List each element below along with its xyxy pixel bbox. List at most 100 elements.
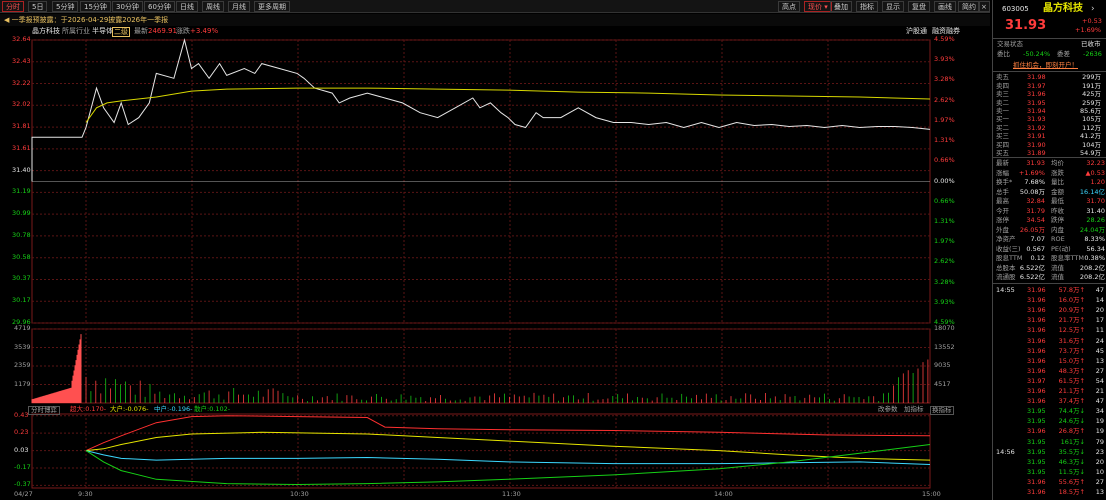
tick-price: 31.96 bbox=[1027, 387, 1046, 395]
tick-count: 19 bbox=[1095, 417, 1104, 426]
time-tick-label: 9:30 bbox=[78, 490, 93, 498]
promo-banner[interactable]: 抓住机会，即刻开户！ bbox=[993, 61, 1106, 70]
stat-label: PE(动) bbox=[1051, 244, 1071, 253]
stat-value: 31.79 bbox=[1026, 206, 1045, 215]
flow-tick-label: 0.43 bbox=[14, 410, 29, 419]
pct-tick-label: 3.28% bbox=[934, 277, 955, 286]
tick-price: 31.96 bbox=[1027, 316, 1046, 325]
volume-right-tick-label: 9035 bbox=[934, 361, 951, 369]
tick-price: 31.95 bbox=[1027, 417, 1046, 426]
bid-volume: 54.9万 bbox=[1080, 149, 1101, 157]
tick-row: 31.95 46.3万↓ 20 bbox=[993, 458, 1106, 467]
stat-label: 最高 bbox=[996, 197, 1009, 205]
stat-label: 换手* bbox=[996, 178, 1013, 186]
tick-price: 31.95 bbox=[1027, 407, 1046, 416]
price-tick-label: 30.58 bbox=[12, 252, 31, 261]
stat-value: 34.54 bbox=[1026, 216, 1045, 224]
price-tick-label: 30.78 bbox=[12, 230, 31, 239]
trade-status-value: 已收市 bbox=[1081, 40, 1101, 48]
volume-tick-label: 3539 bbox=[14, 342, 31, 351]
tick-price: 31.95 bbox=[1027, 457, 1046, 466]
pct-tick-label: 0.66% bbox=[934, 156, 955, 165]
tick-volume: 20.9万↑ bbox=[1058, 306, 1085, 315]
tick-count: 54 bbox=[1095, 376, 1104, 385]
tick-volume: 74.4万↓ bbox=[1058, 407, 1085, 416]
flow-retail-label: 散户:0.102- bbox=[194, 405, 231, 413]
edit-params-button[interactable]: 改参数 bbox=[878, 405, 898, 414]
add-indicator-button[interactable]: 加指标 bbox=[904, 405, 924, 414]
stat-label: 金额 bbox=[1051, 187, 1064, 196]
stat-label: 总股本 bbox=[996, 263, 1016, 272]
menu-chevron-icon[interactable]: › bbox=[1091, 3, 1095, 15]
stat-label: 流通股 bbox=[996, 273, 1016, 281]
order-diff-value: -2636 bbox=[1083, 50, 1102, 58]
flow-line-large bbox=[85, 431, 931, 461]
tick-price: 31.96 bbox=[1027, 477, 1046, 486]
trade-status-row: 交易状态 已收市 bbox=[993, 40, 1106, 49]
stats-row: 涨停 34.54 跌停 28.26 bbox=[993, 216, 1106, 225]
tick-count: 11 bbox=[1095, 326, 1104, 335]
stat-value: 56.34 bbox=[1086, 244, 1105, 253]
flow-tab[interactable]: 分时博弈 bbox=[28, 406, 60, 415]
tick-price: 31.96 bbox=[1027, 326, 1046, 335]
tick-price: 31.96 bbox=[1027, 346, 1046, 355]
flow-super-label: 超大:0.170- bbox=[70, 405, 107, 413]
pct-tick-label: 2.62% bbox=[934, 95, 955, 104]
stat-label: 净资产 bbox=[996, 235, 1016, 243]
volume-tick-label: 4719 bbox=[14, 324, 31, 332]
stat-value: 28.26 bbox=[1086, 216, 1105, 224]
stat-label: 均价 bbox=[1051, 159, 1064, 167]
bid-price: 31.89 bbox=[1027, 149, 1046, 157]
tick-row: 31.96 48.3万↑ 27 bbox=[993, 367, 1106, 376]
price-tick-label: 32.02 bbox=[12, 100, 31, 109]
flow-tick-label: 0.03 bbox=[14, 445, 29, 454]
tick-row: 31.96 12.5万↑ 11 bbox=[993, 326, 1106, 335]
flow-tick-label: -0.17 bbox=[14, 462, 31, 471]
tick-price: 31.95 bbox=[1027, 447, 1046, 456]
tick-row: 31.96 18.5万↑ 13 bbox=[993, 488, 1106, 497]
tick-volume: 61.5万↑ bbox=[1058, 376, 1085, 385]
tick-volume: 55.6万↑ bbox=[1058, 477, 1085, 486]
stat-label: 涨停 bbox=[996, 216, 1009, 224]
stat-value: 26.05万 bbox=[1019, 225, 1045, 234]
stat-label: 涨跌 bbox=[1051, 168, 1064, 177]
stat-label: ROE bbox=[1051, 235, 1065, 243]
stat-value: 16.14亿 bbox=[1079, 187, 1105, 196]
stat-label: 总手 bbox=[996, 187, 1009, 196]
tick-row: 31.96 31.6万↑ 24 bbox=[993, 337, 1106, 346]
switch-indicator-button[interactable]: 换指标 bbox=[930, 406, 954, 415]
stat-value: 6.522亿 bbox=[1019, 273, 1045, 281]
price-change-pct: +1.69% bbox=[1075, 26, 1102, 34]
pct-tick-label: 0.00% bbox=[934, 176, 955, 185]
tick-row: 31.95 74.4万↓ 34 bbox=[993, 407, 1106, 416]
tick-price: 31.96 bbox=[1027, 296, 1046, 305]
flow-indicator-header: 分时博弈 超大:0.170- 大户:-0.076- 中户:-0.196- 散户:… bbox=[28, 405, 988, 415]
tick-volume: 24.6万↓ bbox=[1058, 417, 1085, 426]
stats-row: 外盘 26.05万 内盘 24.04万 bbox=[993, 226, 1106, 235]
stat-value: 31.40 bbox=[1086, 206, 1105, 215]
pct-tick-label: 0.66% bbox=[934, 196, 955, 205]
price-tick-label: 30.37 bbox=[12, 274, 31, 283]
price-tick-label: 30.17 bbox=[12, 296, 31, 305]
tick-count: 24 bbox=[1095, 336, 1104, 345]
chart-canvas[interactable] bbox=[0, 0, 990, 500]
pct-tick-label: 2.62% bbox=[934, 257, 955, 266]
tick-price: 31.97 bbox=[1027, 376, 1046, 385]
stats-row: 最新 31.93 均价 32.23 bbox=[993, 159, 1106, 168]
flow-tick-label: 0.23 bbox=[14, 428, 29, 437]
tick-count: 23 bbox=[1095, 447, 1104, 456]
tick-volume: 21.7万↑ bbox=[1058, 316, 1085, 325]
tick-price: 31.96 bbox=[1027, 336, 1046, 345]
pct-tick-label: 1.97% bbox=[934, 237, 955, 246]
pct-tick-label: 1.31% bbox=[934, 136, 955, 145]
tick-row: 31.96 55.6万↑ 27 bbox=[993, 478, 1106, 487]
stat-label: 股息率TTM bbox=[1051, 254, 1084, 262]
tick-row: 31.96 16.0万↑ 14 bbox=[993, 296, 1106, 305]
stat-label: 昨收 bbox=[1051, 206, 1064, 215]
tick-volume: 35.5万↓ bbox=[1058, 447, 1085, 456]
time-tick-label: 04/27 bbox=[14, 490, 33, 498]
stat-label: 最低 bbox=[1051, 197, 1064, 205]
stats-row: 涨幅 +1.69% 涨跌 ▲0.53 bbox=[993, 169, 1106, 178]
tick-row: 31.96 21.1万↑ 21 bbox=[993, 387, 1106, 396]
volume-right-tick-label: 18070 bbox=[934, 324, 955, 332]
